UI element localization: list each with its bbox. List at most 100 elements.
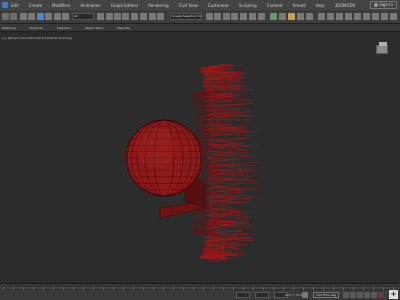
- timeline-tick: [153, 287, 154, 290]
- sign-in-label: Sign In: [379, 2, 393, 7]
- move-icon[interactable]: [106, 13, 113, 20]
- mirror-icon[interactable]: [206, 13, 213, 20]
- timeline-tick: [263, 287, 264, 290]
- menu-content[interactable]: Content: [267, 3, 283, 8]
- timeline-tick: [283, 287, 284, 290]
- status-bar: Grid = 10.0mm Add Time Tag +: [0, 283, 400, 300]
- hair-strand: [209, 187, 260, 193]
- hair-strand: [203, 88, 227, 91]
- snap-toggle-icon[interactable]: [149, 13, 156, 20]
- tab-freeform[interactable]: Freeform: [30, 26, 43, 30]
- timeline-tick: [13, 287, 14, 290]
- hair-strand: [196, 112, 204, 114]
- menu-scripting[interactable]: Scripting: [239, 3, 257, 8]
- hair-strand: [207, 182, 259, 184]
- render-production-icon[interactable]: [288, 13, 295, 20]
- hair-strand: [191, 118, 201, 121]
- timeline-tick: [313, 287, 314, 290]
- unlink-icon[interactable]: [28, 13, 35, 20]
- select-move-icon[interactable]: [54, 13, 61, 20]
- link-icon[interactable]: [20, 13, 27, 20]
- timeline-tick: [213, 287, 214, 290]
- render-in-cloud-icon[interactable]: [297, 13, 304, 20]
- toggle-layer-explorer-icon[interactable]: [231, 13, 238, 20]
- play-icon[interactable]: [357, 292, 363, 298]
- scene-canvas: [125, 63, 262, 263]
- select-region-icon[interactable]: [45, 13, 52, 20]
- timeline-track[interactable]: [2, 286, 398, 290]
- toolbar-extra-icon-7[interactable]: [372, 13, 379, 20]
- schematic-view-icon[interactable]: [249, 13, 256, 20]
- menu-3dsmod[interactable]: 3DSMOD6: [335, 3, 355, 8]
- app-logo-icon[interactable]: [2, 2, 8, 8]
- plus-button[interactable]: +: [389, 290, 398, 299]
- timeline-tick: [63, 287, 64, 290]
- toolbar-extra-icon-2[interactable]: [327, 13, 334, 20]
- menu-civil-view[interactable]: Civil View: [179, 3, 198, 8]
- x-coordinate-field[interactable]: [236, 292, 250, 298]
- reference-coordinate-icon[interactable]: [131, 13, 138, 20]
- pivot-center-icon[interactable]: [140, 13, 147, 20]
- toolbar-extra-icon-1[interactable]: [318, 13, 325, 20]
- toolbar-extra-icon-9[interactable]: [390, 13, 397, 20]
- rendered-frame-window-icon[interactable]: [279, 13, 286, 20]
- go-to-end-icon[interactable]: [371, 292, 377, 298]
- auto-key-icon[interactable]: [378, 292, 384, 298]
- lock-selection-icon[interactable]: [302, 292, 308, 298]
- timeline-tick: [53, 287, 54, 290]
- menu-graph-editors[interactable]: Graph Editors: [111, 3, 138, 8]
- rotate-icon[interactable]: [114, 13, 121, 20]
- toggle-scene-explorer-icon[interactable]: [223, 13, 230, 20]
- menu-customize[interactable]: Customize: [208, 3, 229, 8]
- timeline-tick: [303, 287, 304, 290]
- scale-icon[interactable]: [122, 13, 129, 20]
- next-frame-icon[interactable]: [364, 292, 370, 298]
- timeline-tick: [373, 287, 374, 290]
- redo-icon[interactable]: [10, 13, 17, 20]
- menu-edit[interactable]: Edit: [11, 3, 19, 8]
- hair-strand: [201, 228, 211, 231]
- timeline-tick: [333, 287, 334, 290]
- menu-modifiers[interactable]: Modifiers: [52, 3, 70, 8]
- timeline-tick: [343, 287, 344, 290]
- select-object-icon[interactable]: [37, 13, 44, 20]
- hair-strand: [195, 213, 209, 216]
- timeline-tick: [233, 287, 234, 290]
- hair-strand: [195, 221, 209, 223]
- select-by-name-icon[interactable]: [97, 13, 104, 20]
- angle-snap-icon[interactable]: [157, 13, 164, 20]
- tab-object-paint[interactable]: Object Paint: [85, 26, 103, 30]
- toolbar-extra-icon-8[interactable]: [381, 13, 388, 20]
- a360-gallery-icon[interactable]: [306, 13, 313, 20]
- perspective-viewport[interactable]: [+] [Perspective] [Standard] [Default Sh…: [0, 33, 400, 283]
- timeline-tick: [173, 287, 174, 290]
- curve-editor-icon[interactable]: [240, 13, 247, 20]
- menu-arnold[interactable]: Arnold: [293, 3, 306, 8]
- menu-help[interactable]: Help: [316, 3, 325, 8]
- named-selection-sets-field[interactable]: Create Selection Set: [170, 13, 202, 20]
- y-coordinate-field[interactable]: [255, 292, 269, 298]
- tab-populate[interactable]: Populate: [117, 26, 130, 30]
- previous-frame-icon[interactable]: [350, 292, 356, 298]
- menu-create[interactable]: Create: [29, 3, 42, 8]
- go-to-start-icon[interactable]: [343, 292, 349, 298]
- toolbar-extra-icon-3[interactable]: [336, 13, 343, 20]
- sign-in-button[interactable]: Sign In: [370, 1, 397, 9]
- timeline-tick: [273, 287, 274, 290]
- add-time-tag-button[interactable]: Add Time Tag: [313, 292, 340, 298]
- select-rotate-icon[interactable]: [62, 13, 69, 20]
- tab-selection[interactable]: Selection: [57, 26, 71, 30]
- toolbar-extra-icon-5[interactable]: [354, 13, 361, 20]
- menu-animation[interactable]: Animation: [80, 3, 100, 8]
- tab-modeling[interactable]: Modeling: [2, 26, 16, 30]
- timeline-tick: [163, 287, 164, 290]
- align-icon[interactable]: [214, 13, 221, 20]
- main-toolbar: All Create Selection Set: [0, 10, 400, 24]
- toolbar-extra-icon-4[interactable]: [345, 13, 352, 20]
- material-editor-icon[interactable]: [258, 13, 265, 20]
- toolbar-extra-icon-6[interactable]: [363, 13, 370, 20]
- menu-rendering[interactable]: Rendering: [148, 3, 168, 8]
- selection-filter-dropdown[interactable]: All: [72, 13, 94, 20]
- undo-icon[interactable]: [2, 13, 9, 20]
- render-setup-icon[interactable]: [270, 13, 277, 20]
